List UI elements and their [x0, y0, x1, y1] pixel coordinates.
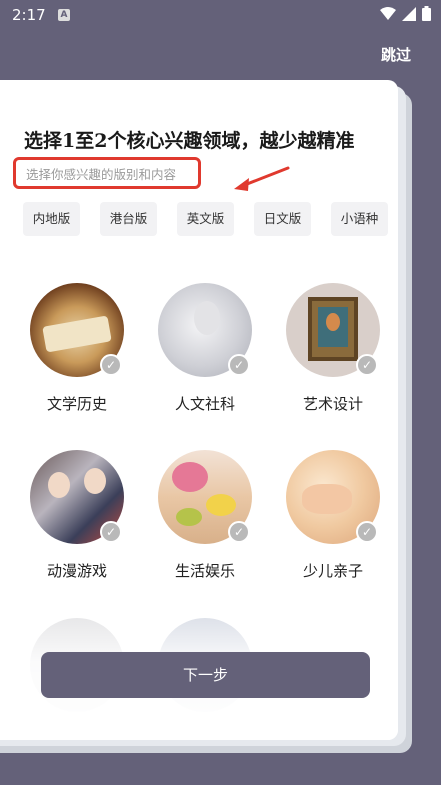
- status-icons: [380, 6, 431, 21]
- interest-card: 选择1至2个核心兴趣领域，越少越精准 选择你感兴趣的版别和内容 内地版 港台版 …: [0, 80, 398, 740]
- arrow-annotation-icon: [234, 166, 290, 191]
- interest-item[interactable]: 生活娱乐: [140, 450, 270, 581]
- subtitle: 选择你感兴趣的版别和内容: [26, 167, 177, 182]
- signal-icon: [402, 6, 416, 21]
- interest-label: 动漫游戏: [46, 562, 107, 580]
- page-title: 选择1至2个核心兴趣领域，越少越精准: [24, 130, 355, 152]
- check-icon[interactable]: ✓: [100, 521, 122, 543]
- battery-icon: [422, 6, 431, 21]
- interest-item[interactable]: 文学历史: [12, 283, 142, 414]
- status-bar: 2:17 A: [0, 0, 441, 30]
- skip-button[interactable]: 跳过: [381, 44, 411, 65]
- interest-item[interactable]: 动漫游戏: [12, 450, 142, 581]
- edition-chips: 内地版 港台版 英文版 日文版 小语种: [23, 202, 388, 236]
- interest-item[interactable]: 人文社科: [140, 283, 270, 414]
- status-time: 2:17: [12, 6, 46, 24]
- interest-item[interactable]: 少儿亲子: [268, 450, 398, 581]
- chip-hk-tw[interactable]: 港台版: [100, 202, 157, 236]
- check-icon[interactable]: ✓: [356, 521, 378, 543]
- check-icon[interactable]: ✓: [228, 521, 250, 543]
- chip-minor-language[interactable]: 小语种: [331, 202, 388, 236]
- interest-item[interactable]: 艺术设计: [268, 283, 398, 414]
- check-icon[interactable]: ✓: [228, 354, 250, 376]
- interest-label: 生活娱乐: [174, 562, 235, 580]
- interest-label: 文学历史: [46, 395, 107, 413]
- next-step-button[interactable]: 下一步: [41, 652, 370, 698]
- chip-japanese[interactable]: 日文版: [254, 202, 311, 236]
- wifi-icon: [380, 6, 396, 20]
- interest-label: 人文社科: [174, 395, 235, 413]
- check-icon[interactable]: ✓: [100, 354, 122, 376]
- chip-mainland[interactable]: 内地版: [23, 202, 80, 236]
- subtitle-highlight-box: 选择你感兴趣的版别和内容: [13, 157, 201, 189]
- notification-icon: A: [58, 9, 70, 21]
- chip-english[interactable]: 英文版: [177, 202, 234, 236]
- check-icon[interactable]: ✓: [356, 354, 378, 376]
- interest-label: 艺术设计: [302, 395, 363, 413]
- interest-label: 少儿亲子: [302, 562, 363, 580]
